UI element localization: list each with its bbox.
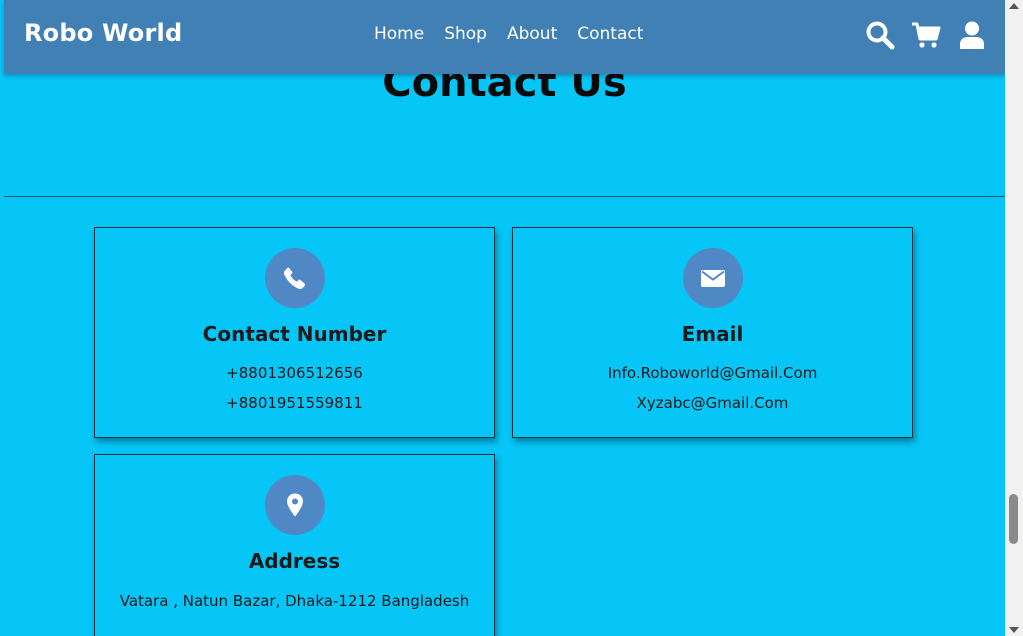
nav-link-home[interactable]: Home bbox=[374, 24, 424, 44]
page-viewport: Robo World Home Shop About Contact Conta… bbox=[0, 0, 1005, 636]
envelope-icon bbox=[682, 248, 743, 308]
email-card: Email Info.Roboworld@Gmail.Com Xyzabc@Gm… bbox=[512, 227, 913, 438]
card-title: Address bbox=[248, 549, 341, 573]
section-divider bbox=[4, 196, 1005, 197]
card-title: Contact Number bbox=[202, 322, 387, 346]
nav-link-contact[interactable]: Contact bbox=[577, 24, 643, 44]
card-title: Email bbox=[681, 322, 744, 346]
navbar: Robo World Home Shop About Contact bbox=[4, 0, 1005, 74]
nav-link-about[interactable]: About bbox=[507, 24, 557, 44]
phone-number-1[interactable]: +8801306512656 bbox=[95, 364, 494, 382]
nav-links: Home Shop About Contact bbox=[374, 24, 643, 44]
address-text: Vatara , Natun Bazar, Dhaka-1212 Banglad… bbox=[119, 592, 470, 610]
search-icon[interactable] bbox=[865, 20, 895, 50]
email-address-2[interactable]: Xyzabc@Gmail.Com bbox=[513, 394, 912, 412]
cart-icon[interactable] bbox=[911, 20, 941, 50]
brand-logo[interactable]: Robo World bbox=[24, 19, 182, 47]
vertical-scrollbar[interactable] bbox=[1005, 0, 1023, 636]
email-address-1[interactable]: Info.Roboworld@Gmail.Com bbox=[513, 364, 912, 382]
contact-number-card: Contact Number +8801306512656 +880195155… bbox=[94, 227, 495, 438]
phone-number-2[interactable]: +8801951559811 bbox=[95, 394, 494, 412]
address-card: Address Vatara , Natun Bazar, Dhaka-1212… bbox=[94, 454, 495, 636]
nav-link-shop[interactable]: Shop bbox=[444, 24, 487, 44]
user-icon[interactable] bbox=[957, 20, 987, 50]
scrollbar-thumb[interactable] bbox=[1009, 494, 1018, 544]
scroll-up-arrow-icon[interactable] bbox=[1009, 3, 1019, 9]
phone-icon bbox=[264, 248, 325, 308]
scroll-down-arrow-icon[interactable] bbox=[1009, 627, 1019, 633]
map-pin-icon bbox=[264, 475, 325, 535]
nav-icons bbox=[865, 20, 987, 50]
